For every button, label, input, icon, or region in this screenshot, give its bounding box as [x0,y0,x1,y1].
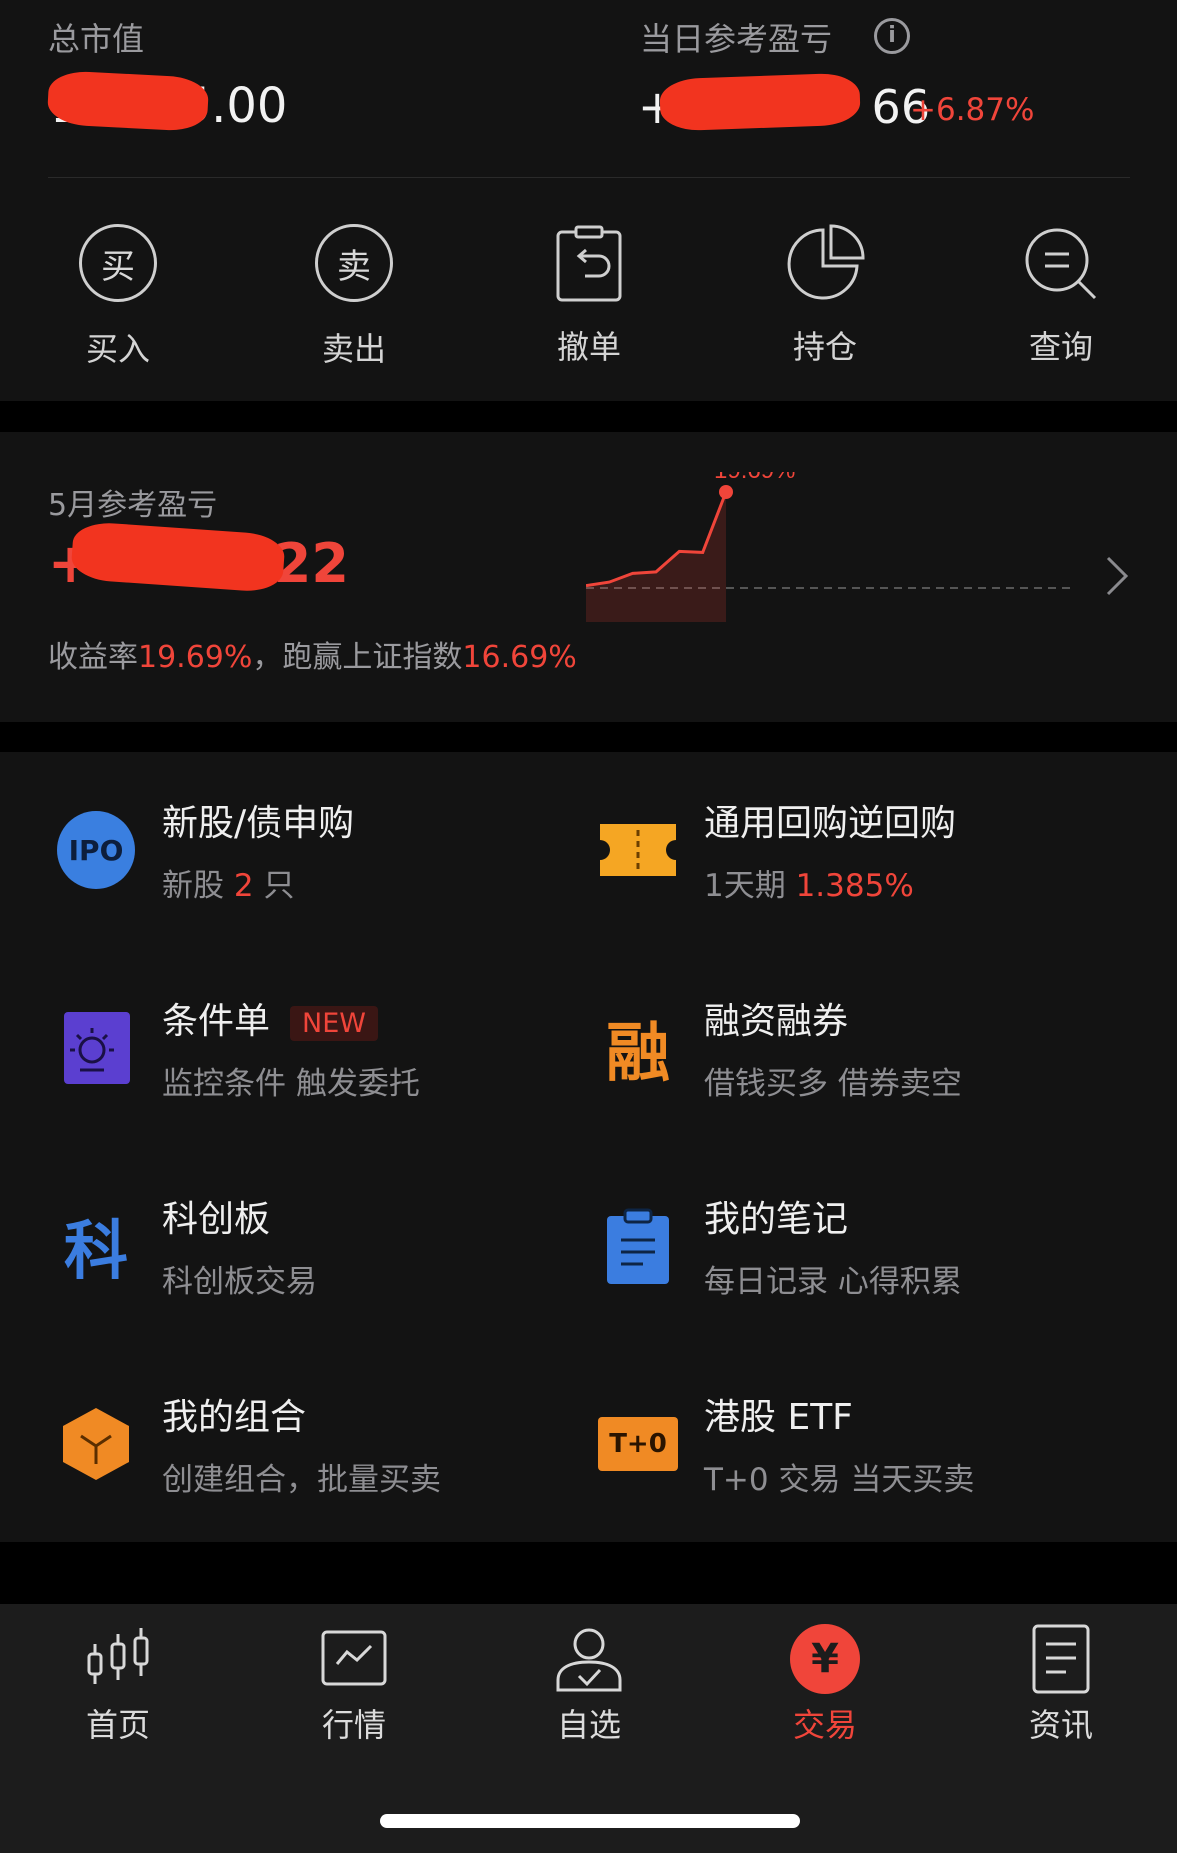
monthly-return-chart: 19.69% [586,472,1076,622]
ipo-subtitle: 新股 2 只 [162,868,295,904]
star-market-subtitle: 科创板交易 [162,1264,317,1300]
ipo-title: 新股/债申购 [162,803,355,844]
chart-point [719,485,733,499]
buy-label: 买入 [85,330,150,368]
new-badge: NEW [290,1005,378,1041]
ipo-subscription-item[interactable]: IPO 新股/债申购 新股 2 只 [48,794,548,904]
daily-pnl-label: 当日参考盈亏 [640,20,833,58]
positions-label: 持仓 [792,328,857,366]
my-portfolio-subtitle: 创建组合，批量买卖 [162,1462,441,1498]
nav-news[interactable]: 资讯 [991,1624,1131,1746]
my-notes-item[interactable]: 我的笔记 每日记录 心得积累 [590,1190,1150,1300]
home-indicator[interactable] [380,1814,800,1828]
nav-trade-label: 交易 [792,1706,857,1744]
my-notes-title: 我的笔记 [704,1199,849,1240]
clipboard-icon [590,1198,686,1294]
monthly-pnl-label: 5月参考盈亏 [48,488,218,523]
nav-news-label: 资讯 [1028,1706,1093,1744]
nav-market[interactable]: 行情 [284,1624,424,1746]
repo-title: 通用回购逆回购 [704,803,957,844]
margin-title: 融资融券 [704,1001,849,1042]
star-market-title: 科创板 [162,1199,271,1240]
cancel-order-icon [556,225,622,302]
query-button[interactable]: 查询 [991,224,1131,368]
repo-item[interactable]: 通用回购逆回购 1天期 1.385% [590,794,1150,904]
nav-home-label: 首页 [85,1706,150,1744]
star-market-item[interactable]: 科 科创板 科创板交易 [48,1190,548,1300]
divider [48,177,1130,178]
redaction-mark [659,72,861,132]
hk-etf-title: 港股 ETF [704,1397,853,1438]
pie-chart-icon [787,224,865,300]
buy-icon: 买 [79,224,157,302]
nav-market-label: 行情 [321,1706,386,1744]
sell-button[interactable]: 卖 卖出 [284,224,424,370]
my-portfolio-item[interactable]: 我的组合 创建组合，批量买卖 [48,1388,548,1498]
chart-peak-label: 19.69% [714,472,795,484]
sell-icon: 卖 [315,224,393,302]
star-market-icon: 科 [64,1215,128,1289]
services-grid: IPO 新股/债申购 新股 2 只 通用回购逆回购 1天期 1.385% 条件单… [0,752,1177,1542]
conditional-order-title: 条件单 NEW [162,992,378,1044]
monthly-pnl-card[interactable]: 5月参考盈亏 +.22 收益率19.69%，跑赢上证指数16.69% 19.69… [0,432,1177,722]
market-value-label: 总市值 [48,20,145,58]
ticket-icon [590,802,686,898]
buy-button[interactable]: 买 买入 [48,224,188,370]
cancel-order-label: 撤单 [556,328,621,366]
nav-watchlist-label: 自选 [556,1706,621,1744]
candlestick-icon [87,1628,149,1684]
cancel-order-button[interactable]: 撤单 [519,224,659,368]
hk-etf-item[interactable]: T+0 港股 ETF T+0 交易 当天买卖 [590,1388,1150,1498]
repo-subtitle: 1天期 1.385% [704,868,914,904]
my-portfolio-title: 我的组合 [162,1397,307,1438]
chart-area [586,492,726,622]
margin-icon: 融 [606,1017,670,1091]
conditional-order-subtitle: 监控条件 触发委托 [162,1066,420,1102]
user-check-icon [556,1628,622,1692]
chart-icon [321,1630,387,1686]
yield-text: 收益率19.69%，跑赢上证指数16.69% [48,640,577,675]
hk-etf-subtitle: T+0 交易 当天买卖 [704,1462,975,1498]
bulb-icon [48,1000,144,1096]
account-summary-card: 总市值 15.00 当日参考盈亏 i +66 +6.87% 买 买入 卖 卖出 … [0,0,1177,401]
conditional-order-item[interactable]: 条件单 NEW 监控条件 触发委托 [48,992,548,1102]
t0-icon: T+0 [590,1396,686,1492]
cube-icon [48,1396,144,1492]
nav-trade[interactable]: ¥ 交易 [755,1624,895,1746]
search-icon [1025,228,1097,300]
ipo-icon: IPO [48,802,144,898]
redaction-mark [46,69,210,133]
margin-subtitle: 借钱买多 借券卖空 [704,1066,962,1102]
nav-watchlist[interactable]: 自选 [519,1624,659,1746]
nav-home[interactable]: 首页 [48,1624,188,1746]
daily-pnl-percent: +6.87% [910,92,1035,128]
news-icon [1032,1624,1090,1694]
sell-label: 卖出 [321,330,386,368]
my-notes-subtitle: 每日记录 心得积累 [704,1264,962,1300]
margin-trading-item[interactable]: 融 融资融券 借钱买多 借券卖空 [590,992,1150,1102]
query-label: 查询 [1028,328,1093,366]
yuan-icon: ¥ [790,1624,860,1694]
positions-button[interactable]: 持仓 [755,224,895,368]
chevron-right-icon[interactable] [1102,554,1132,598]
info-icon[interactable]: i [874,18,910,54]
